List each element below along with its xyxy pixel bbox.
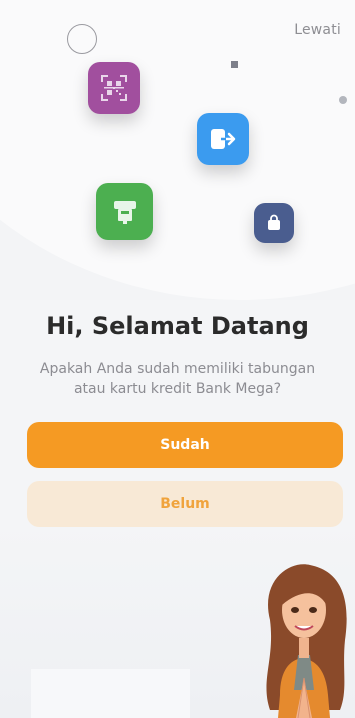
not-yet-button[interactable]: Belum bbox=[27, 481, 343, 527]
shopping-bag-icon bbox=[254, 203, 294, 243]
hero-arc bbox=[0, 0, 355, 300]
welcome-subtitle: Apakah Anda sudah memiliki tabungan atau… bbox=[39, 361, 316, 397]
exit-icon bbox=[197, 113, 249, 165]
hero-background bbox=[0, 0, 355, 300]
welcome-title: Hi, Selamat Datang bbox=[46, 312, 309, 340]
decorative-square bbox=[231, 61, 238, 68]
already-have-account-button[interactable]: Sudah bbox=[27, 422, 343, 468]
atm-icon bbox=[96, 183, 153, 240]
decorative-circle bbox=[67, 24, 97, 54]
greeting-woman-illustration bbox=[266, 564, 347, 718]
qr-scan-icon bbox=[88, 62, 140, 114]
bottom-placeholder bbox=[31, 669, 190, 718]
decorative-dot bbox=[339, 96, 347, 104]
onboarding-screen: Lewati Hi, Selamat Datang Apakah Anda su… bbox=[0, 0, 355, 718]
skip-link[interactable]: Lewati bbox=[294, 22, 341, 38]
